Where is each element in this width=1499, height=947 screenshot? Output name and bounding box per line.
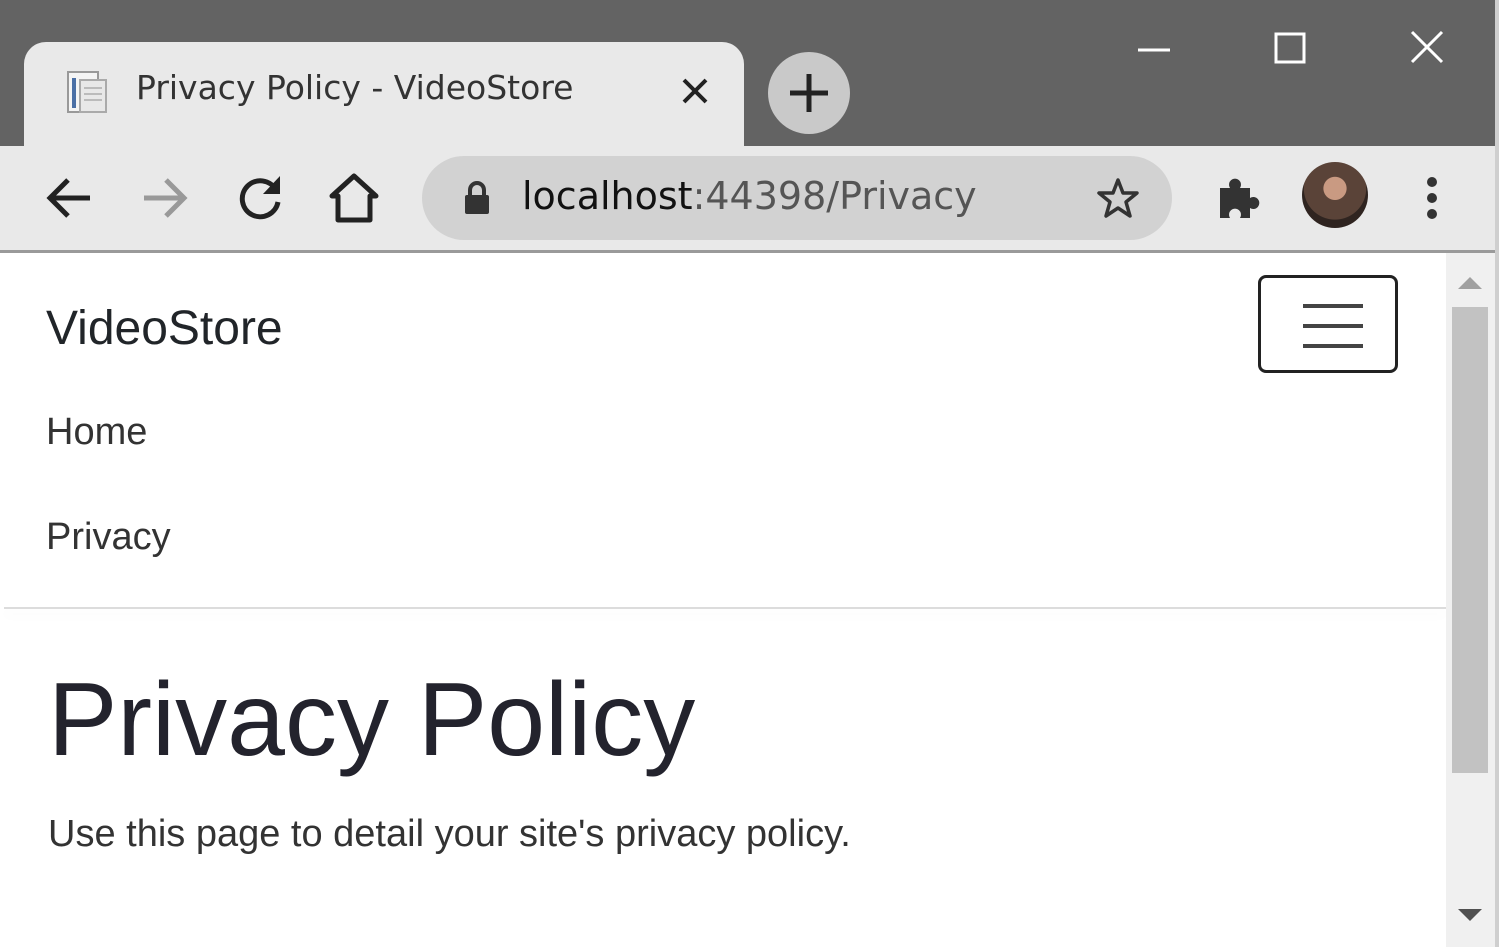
scroll-down-arrow-icon[interactable]: [1458, 909, 1482, 921]
arrow-right-icon[interactable]: [134, 168, 194, 228]
navbar-toggler-button[interactable]: [1258, 275, 1398, 373]
navbar-divider: [4, 607, 1446, 609]
title-bar: Privacy Policy - VideoStore: [0, 0, 1499, 152]
address-bar[interactable]: localhost:44398/Privacy: [422, 156, 1172, 240]
browser-tab[interactable]: Privacy Policy - VideoStore: [24, 42, 744, 152]
home-icon[interactable]: [324, 168, 384, 228]
site-brand[interactable]: VideoStore: [46, 301, 283, 356]
kebab-menu-icon[interactable]: [1402, 168, 1462, 228]
hamburger-icon: [1303, 304, 1363, 308]
nav-link-privacy[interactable]: Privacy: [46, 516, 171, 559]
scroll-thumb[interactable]: [1452, 307, 1488, 773]
window-close-icon[interactable]: [1398, 24, 1458, 72]
hamburger-icon: [1303, 324, 1363, 328]
reload-icon[interactable]: [230, 168, 290, 228]
browser-toolbar: localhost:44398/Privacy: [0, 146, 1499, 253]
page-description: Use this page to detail your site's priv…: [48, 813, 851, 855]
browser-window: Privacy Policy - VideoStore localhost:44…: [0, 0, 1499, 947]
maximize-icon[interactable]: [1260, 24, 1320, 72]
arrow-left-icon[interactable]: [40, 168, 100, 228]
url-host: localhost: [522, 174, 693, 218]
puzzle-icon[interactable]: [1208, 168, 1268, 228]
plus-icon: [790, 74, 828, 112]
page-icon: [67, 71, 107, 113]
minimize-icon[interactable]: [1124, 24, 1184, 72]
url-text[interactable]: localhost:44398/Privacy: [522, 174, 977, 218]
new-tab-button[interactable]: [768, 52, 850, 134]
vertical-scrollbar[interactable]: [1446, 253, 1495, 947]
hamburger-icon: [1303, 344, 1363, 348]
tab-title: Privacy Policy - VideoStore: [136, 68, 574, 107]
url-path: :44398/Privacy: [692, 174, 977, 218]
lock-icon[interactable]: [462, 180, 492, 216]
page-title: Privacy Policy: [48, 662, 696, 778]
window-border: [1495, 0, 1499, 947]
scroll-up-arrow-icon[interactable]: [1458, 277, 1482, 289]
star-icon[interactable]: [1096, 176, 1140, 220]
page-viewport: VideoStore Home Privacy Privacy Policy U…: [0, 253, 1446, 947]
avatar[interactable]: [1302, 162, 1368, 228]
nav-link-home[interactable]: Home: [46, 411, 147, 454]
close-icon[interactable]: [676, 72, 714, 110]
